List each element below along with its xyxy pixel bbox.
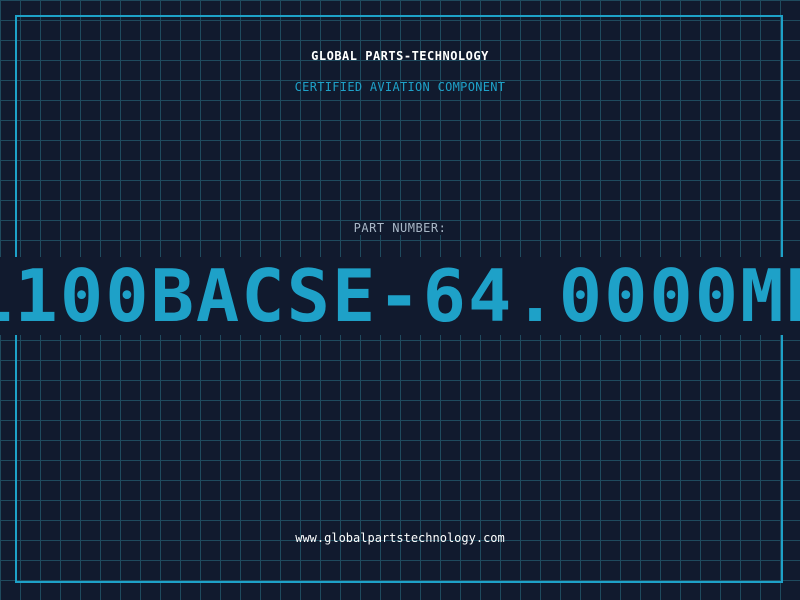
part-number-label-wrap: PART NUMBER:	[0, 219, 800, 237]
part-number: 1100BACSE-64.0000MH	[0, 257, 800, 335]
website-url: www.globalpartstechnology.com	[295, 531, 505, 545]
part-number-band: 1100BACSE-64.0000MH	[0, 257, 800, 335]
part-card: GLOBAL PARTS-TECHNOLOGY CERTIFIED AVIATI…	[0, 0, 800, 600]
company-name: GLOBAL PARTS-TECHNOLOGY	[311, 49, 489, 63]
part-number-label: PART NUMBER:	[349, 221, 451, 235]
certification-subtitle: CERTIFIED AVIATION COMPONENT	[294, 80, 506, 94]
